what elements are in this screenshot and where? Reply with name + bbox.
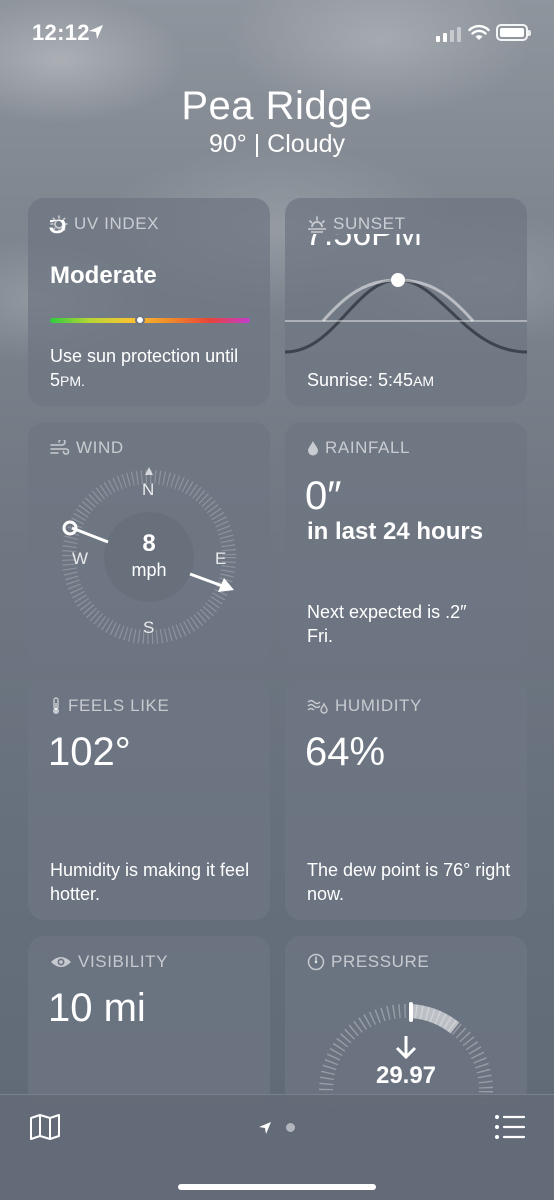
humidity-icon [307, 699, 328, 714]
status-bar: 12:12 [0, 0, 554, 64]
rainfall-note: Next expected is .2″ Fri. [307, 602, 467, 646]
pressure-title: PRESSURE [307, 952, 429, 972]
humidity-value: 64% [305, 730, 386, 774]
feels-like-value: 102° [48, 730, 131, 774]
eye-icon [51, 957, 71, 967]
wind-title: WIND [50, 438, 124, 458]
thermometer-icon [53, 697, 59, 714]
home-indicator[interactable] [178, 1184, 376, 1190]
uv-note: Use sun protection until 5PM. [50, 346, 239, 390]
pressure-value: 29.97 [375, 1062, 437, 1089]
sun-path-graph [285, 273, 527, 354]
gauge-icon [307, 953, 325, 971]
sunset-time-partial: 7:56PM [305, 234, 422, 248]
uv-scale-marker [135, 315, 145, 325]
pressure-tile[interactable]: PRESSURE 29.97 [285, 936, 527, 1106]
feels-like-tile[interactable]: FEELS LIKE 102° Humidity is making it fe… [28, 680, 270, 920]
uv-scale-bar [50, 315, 250, 325]
status-time: 12:12 [32, 20, 90, 45]
current-conditions: 90° | Cloudy [208, 130, 345, 158]
visibility-title: VISIBILITY [50, 952, 168, 972]
page-indicator-dot[interactable] [286, 1123, 295, 1132]
location-arrow-icon [89, 25, 103, 39]
visibility-value: 10 mi [48, 986, 146, 1030]
sunrise-time: Sunrise: 5:45AM [307, 370, 435, 390]
uv-level: Moderate [50, 262, 157, 289]
wind-icon [50, 440, 70, 455]
humidity-note: The dew point is 76° right now. [307, 860, 511, 904]
wind-tile[interactable]: WIND N S W E 8 mph [28, 422, 270, 664]
battery-icon [496, 24, 531, 41]
map-icon[interactable] [29, 1113, 61, 1141]
raindrop-icon [308, 441, 318, 456]
list-icon[interactable] [494, 1114, 526, 1140]
rainfall-title: RAINFALL [307, 438, 410, 458]
sunset-icon [308, 216, 326, 233]
feels-like-note: Humidity is making it feel hotter. [50, 860, 250, 904]
city-name: Pea Ridge [181, 84, 373, 128]
page-indicator-location-icon[interactable] [258, 1121, 272, 1135]
humidity-tile[interactable]: HUMIDITY 64% The dew point is 76° right … [285, 680, 527, 920]
sunset-title: SUNSET [307, 214, 406, 234]
wifi-icon [468, 24, 490, 40]
visibility-tile[interactable]: VISIBILITY 10 mi [28, 936, 270, 1106]
rainfall-tile[interactable]: RAINFALL 0″ in last 24 hours Next expect… [285, 422, 527, 664]
sunset-tile[interactable]: SUNSET 7:56PM Sunrise: 5:45AM [285, 198, 527, 406]
rainfall-period: in last 24 hours [307, 518, 484, 545]
feels-like-title: FEELS LIKE [50, 696, 169, 716]
uv-index-value-partial: 5 [48, 220, 67, 241]
cellular-signal-icon [436, 26, 461, 42]
wind-speed: 8 [142, 530, 156, 557]
humidity-title: HUMIDITY [307, 696, 422, 716]
rainfall-amount: 0″ [305, 474, 342, 518]
uv-index-tile[interactable]: UV INDEX 5 Moderate Use sun protection u… [28, 198, 270, 406]
wind-unit: mph [131, 560, 167, 580]
